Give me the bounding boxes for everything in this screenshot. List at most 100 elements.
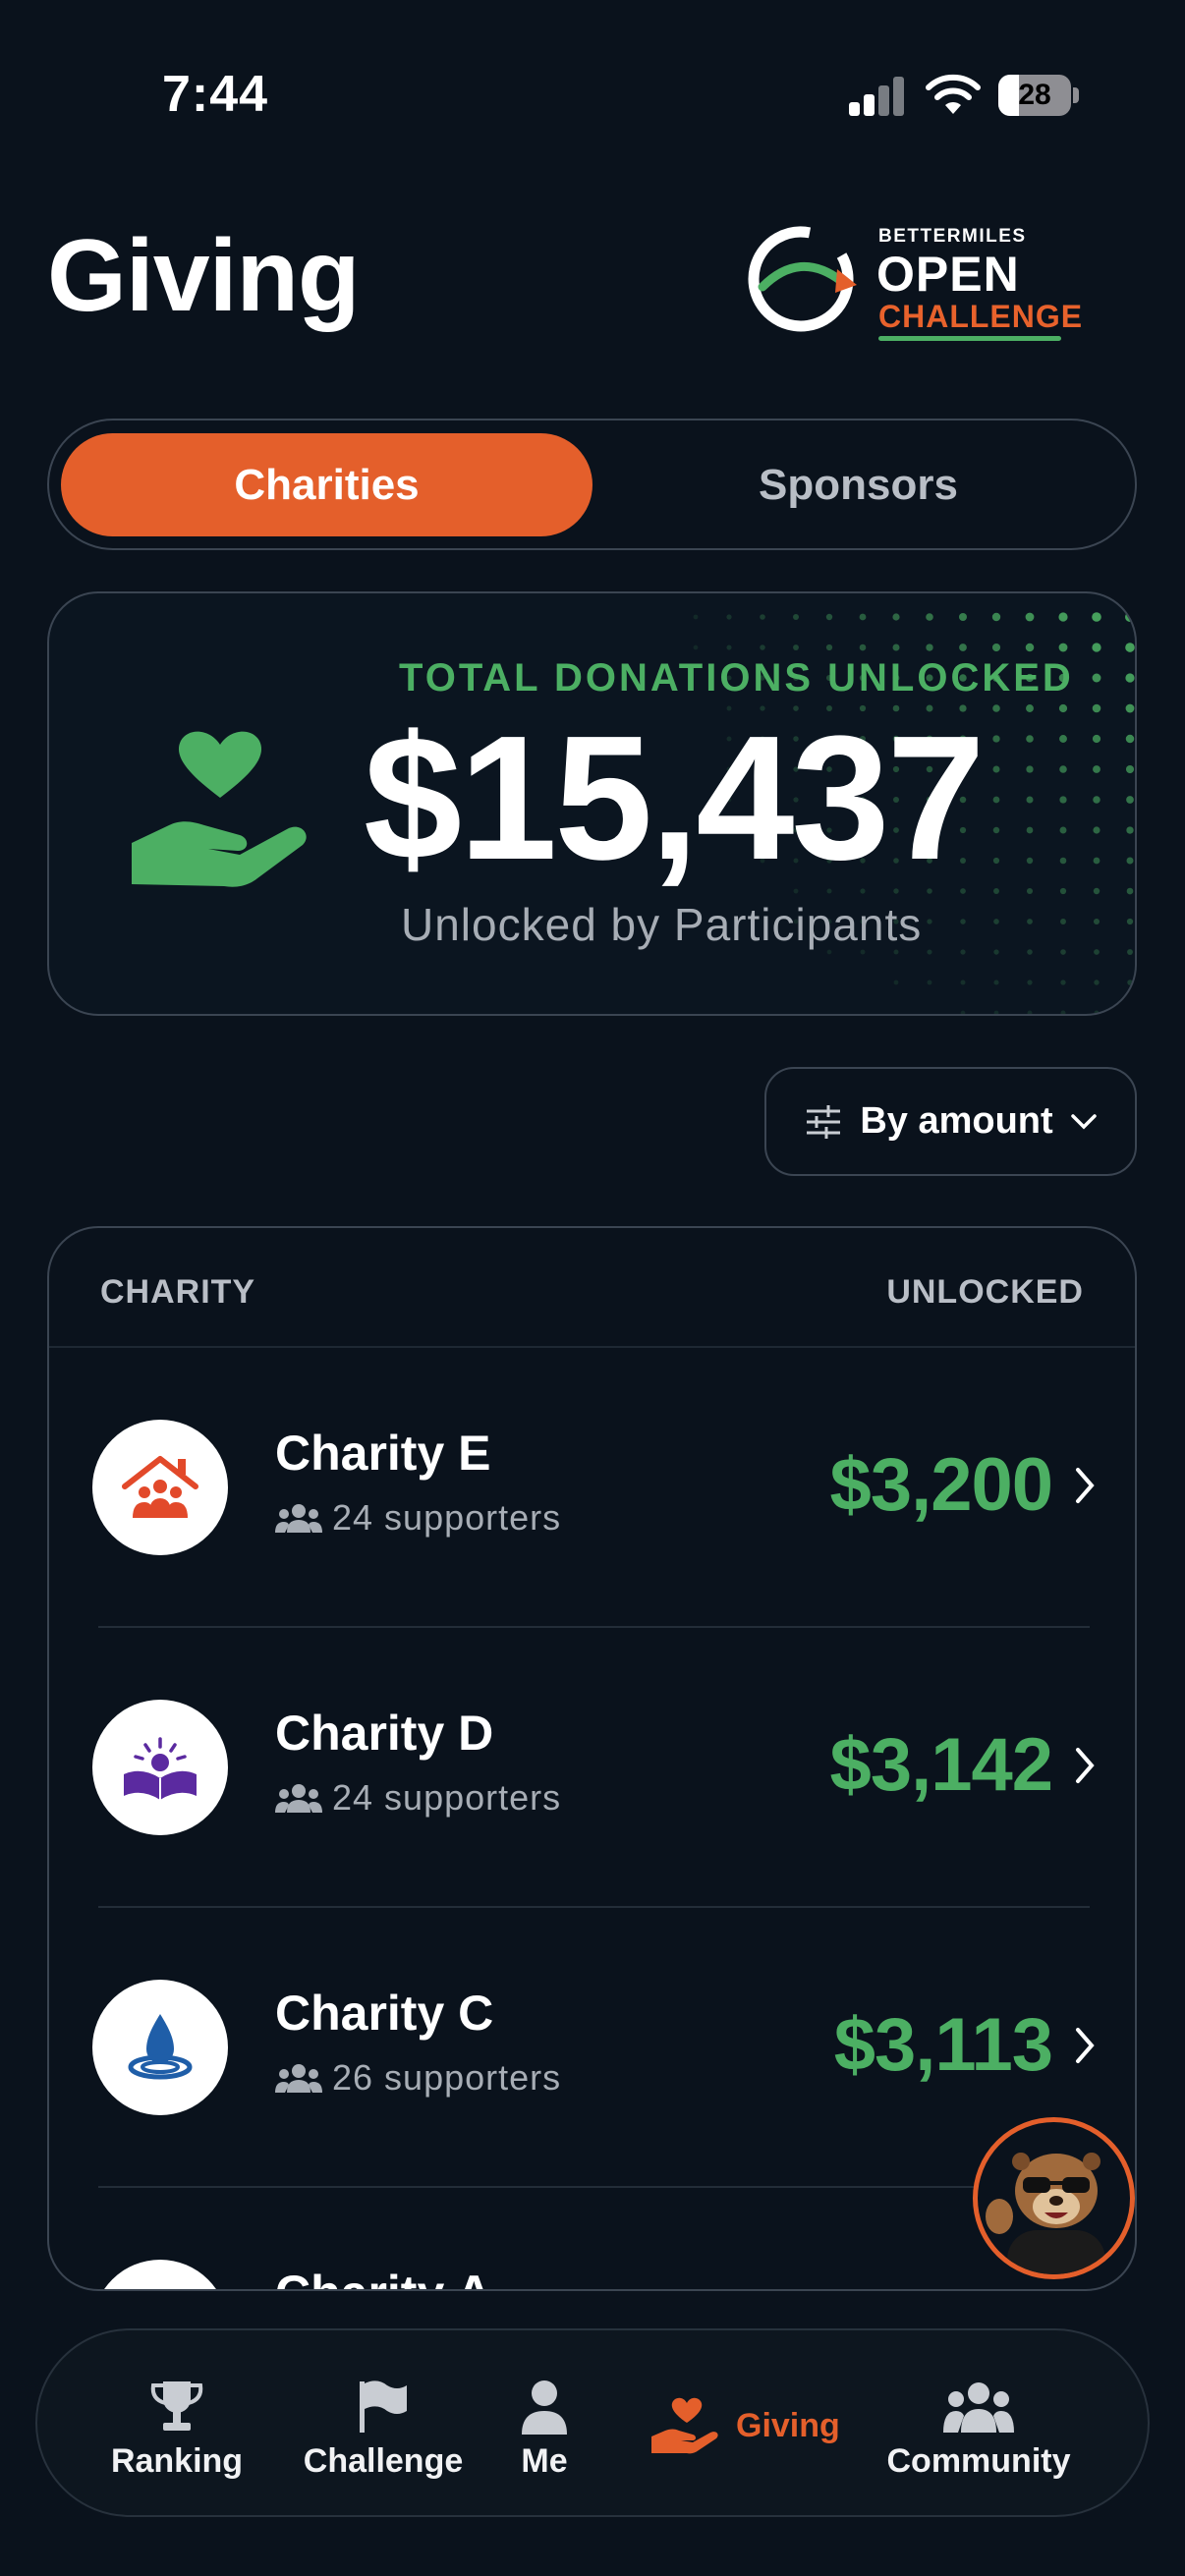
decorative-dot [1093, 918, 1100, 925]
decorative-dot [1058, 612, 1068, 622]
table-row[interactable]: Charity D 24 supporters $3,142 [49, 1628, 1135, 1908]
decorative-dot [1126, 857, 1134, 865]
tab-charities[interactable]: Charities [61, 433, 592, 536]
table-row[interactable]: Charity E 24 supporters $3,200 [49, 1348, 1135, 1628]
mascot-assistant-button[interactable] [973, 2117, 1135, 2279]
decorative-dot [1026, 826, 1034, 834]
chevron-down-icon [1070, 1113, 1097, 1129]
sliders-icon [807, 1104, 841, 1139]
sort-dropdown[interactable]: By amount [764, 1067, 1137, 1176]
decorative-dot [1094, 980, 1100, 985]
decorative-dot [992, 735, 1000, 743]
decorative-dot [1027, 980, 1033, 985]
supporters-count: 26 supporters [275, 2057, 561, 2099]
nav-ranking[interactable]: Ranking [108, 2380, 246, 2481]
decorative-dot [1092, 734, 1101, 744]
chevron-right-icon [1076, 2028, 1095, 2063]
nav-challenge[interactable]: Challenge [304, 2380, 463, 2481]
decorative-dot [1092, 703, 1101, 713]
decorative-dot [1059, 735, 1067, 743]
tab-sponsors[interactable]: Sponsors [592, 433, 1124, 536]
decorative-dot [1093, 765, 1100, 773]
total-amount: $15,437 [364, 700, 986, 897]
decorative-dot [993, 888, 999, 894]
decorative-dot [1093, 857, 1100, 865]
decorative-dot [992, 704, 1000, 712]
nav-giving[interactable]: Giving [651, 2397, 840, 2454]
table-row[interactable]: Charity C 26 supporters $3,113 [49, 1908, 1135, 2188]
charity-name: Charity C [275, 1986, 494, 2041]
decorative-dot [1026, 735, 1034, 743]
unlocked-amount: $3,113 [833, 2003, 1053, 2087]
sort-label: By amount [860, 1100, 1053, 1142]
nav-community[interactable]: Community [887, 2380, 1071, 2481]
decorative-dot [1059, 857, 1067, 865]
decorative-dot [991, 612, 1001, 622]
decorative-dot [959, 613, 967, 621]
person-icon [522, 2380, 567, 2435]
decorative-dot [959, 644, 967, 651]
column-header-unlocked: UNLOCKED [886, 1273, 1084, 1311]
logo-ring-icon [748, 226, 857, 332]
people-icon [275, 1504, 322, 1533]
decorative-dot [1125, 643, 1135, 652]
decorative-dot [726, 644, 732, 650]
charity-name: Charity D [275, 1706, 494, 1761]
decorative-dot [1093, 796, 1100, 804]
charity-avatar [92, 2260, 228, 2289]
total-donations-card: TOTAL DONATIONS UNLOCKED $15,437 Unlocke… [47, 591, 1137, 1016]
decorative-dot [991, 643, 1001, 652]
decorative-dot [1025, 612, 1035, 622]
decorative-dot [1059, 796, 1067, 804]
decorative-dot [1060, 1010, 1066, 1014]
decorative-dot [1060, 919, 1066, 924]
nav-community-label: Community [886, 2442, 1071, 2480]
decorative-dot [1127, 949, 1133, 955]
charity-avatar [92, 1420, 228, 1555]
battery-level: 28 [1018, 79, 1051, 111]
logo-underline [878, 336, 1061, 341]
water-drop-icon [128, 2014, 193, 2080]
nav-ranking-label: Ranking [110, 2442, 244, 2480]
total-label: TOTAL DONATIONS UNLOCKED [399, 656, 1074, 700]
decorative-dot [1026, 704, 1034, 712]
decorative-dot [1125, 703, 1135, 713]
decorative-dot [1027, 949, 1033, 955]
decorative-dot [993, 919, 999, 924]
decorative-dot [1092, 612, 1101, 622]
community-icon [943, 2382, 1014, 2433]
decorative-dot [992, 826, 1000, 834]
decorative-dot [825, 613, 833, 621]
decorative-dot [927, 980, 932, 985]
open-book-sun-icon [124, 1737, 197, 1800]
trophy-icon [150, 2381, 203, 2431]
decorative-dot [793, 644, 799, 650]
decorative-dot [1092, 643, 1101, 652]
decorative-dot [1026, 857, 1034, 865]
decorative-dot [1127, 1010, 1133, 1014]
decorative-dot [993, 1010, 999, 1014]
decorative-dot [893, 980, 899, 985]
flag-icon [360, 2380, 407, 2433]
decorative-dot [1093, 826, 1100, 834]
decorative-dot [960, 949, 966, 955]
decorative-dot [1059, 826, 1067, 834]
decorative-dot [926, 613, 933, 621]
nav-me[interactable]: Me [505, 2380, 584, 2481]
charity-table: CHARITY UNLOCKED Charity E 24 supporters… [47, 1226, 1137, 2291]
cellular-signal-icon [849, 77, 906, 116]
decorative-dot [892, 613, 900, 621]
decorative-dot [927, 949, 932, 955]
decorative-dot [1125, 734, 1135, 744]
decorative-dot [1127, 980, 1133, 985]
decorative-dot [1126, 796, 1134, 804]
decorative-dot [793, 614, 799, 620]
charity-avatar [92, 1700, 228, 1835]
unlocked-amount: $3,200 [829, 1443, 1053, 1527]
people-icon [275, 1784, 322, 1813]
decorative-dot [859, 613, 867, 621]
bottom-nav: Ranking Challenge Me Giving Community [35, 2328, 1150, 2517]
house-family-icon [122, 1456, 198, 1518]
logo-challenge: CHALLENGE [878, 299, 1084, 334]
decorative-dot [1058, 643, 1068, 652]
